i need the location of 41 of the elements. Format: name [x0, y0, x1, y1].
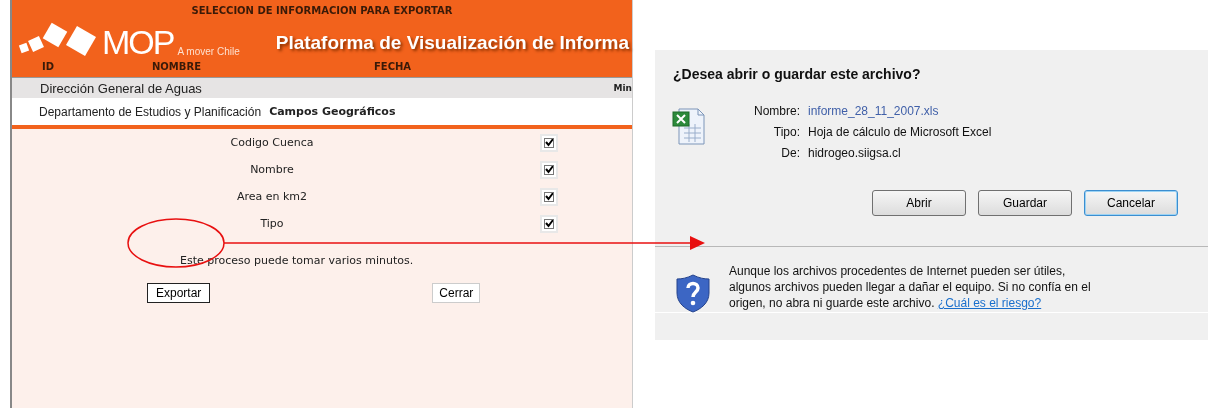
agency-right-text: Min: [613, 83, 632, 93]
check-icon: [543, 218, 555, 229]
file-name: informe_28_11_2007.xls: [808, 104, 939, 118]
column-header: ID: [42, 61, 55, 72]
detail-label: Nombre:: [753, 104, 800, 118]
page-title: SELECCION DE INFORMACION PARA EXPORTAR: [191, 4, 453, 16]
logo-text: MOP: [102, 24, 174, 60]
logo-tagline: A mover Chile: [177, 46, 240, 57]
check-icon: [543, 137, 555, 148]
column-header: FECHA: [374, 61, 412, 72]
detail-label: De:: [780, 146, 800, 160]
checkbox[interactable]: [540, 133, 558, 152]
section-title: Campos Geográficos: [269, 105, 396, 118]
shield-question-icon: [675, 273, 711, 313]
warning-text: Aunque los archivos procedentes de Internet pueden ser útiles, algunos archivos pueden llegar a dañar el equipo. Si no confía en el origen, no abra ni guarde este archivo. ¿Cuál es el riesgo?: [729, 263, 1092, 311]
column-header: NOMBRE: [152, 61, 201, 72]
dialog-button[interactable]: Cancelar: [1084, 190, 1178, 216]
spreadsheet-file-icon: [672, 106, 706, 146]
process-note: Este proceso puede tomar varios minutos.: [179, 254, 415, 267]
detail-value: Hoja de cálculo de Microsoft Excel: [808, 125, 992, 139]
close-button[interactable]: Cerrar: [432, 283, 481, 303]
checkbox[interactable]: [540, 160, 558, 179]
detail-value: hidrogeo.siigsa.cl: [808, 146, 901, 160]
dialog-button[interactable]: Abrir: [872, 190, 966, 216]
field-label: Tipo: [259, 217, 285, 230]
field-label: Nombre: [249, 163, 295, 176]
dialog-button[interactable]: Guardar: [978, 190, 1072, 216]
checkbox[interactable]: [540, 187, 558, 206]
department-name: Departamento de Estudios y Planificación: [39, 104, 262, 119]
check-icon: [543, 191, 555, 202]
field-label: Codigo Cuenca: [229, 136, 315, 149]
detail-label: Tipo:: [772, 125, 800, 139]
field-label: Area en km2: [235, 190, 309, 203]
logo-icon: [18, 20, 98, 58]
agency-name: Dirección General de Aguas: [40, 80, 202, 96]
checkbox[interactable]: [540, 214, 558, 233]
check-icon: [543, 164, 555, 175]
export-button[interactable]: Exportar: [147, 283, 211, 303]
banner-title: Plataforma de Visualización de Informa: [275, 32, 630, 54]
risk-link[interactable]: ¿Cuál es el riesgo?: [937, 296, 1042, 310]
dialog-question: ¿Desea abrir o guardar este archivo?: [672, 65, 922, 82]
